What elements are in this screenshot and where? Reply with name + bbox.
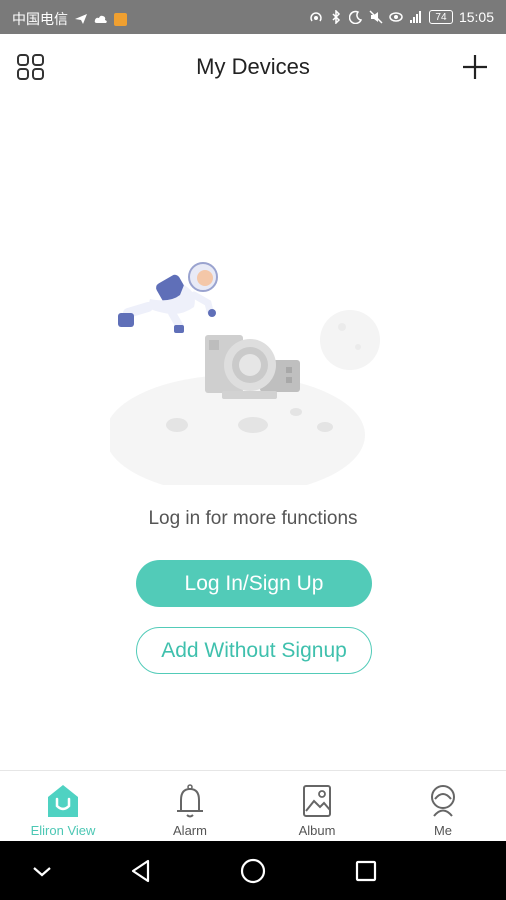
chevron-down-icon[interactable]: [26, 855, 58, 887]
moon-icon: [348, 10, 363, 24]
status-left: 中国电信: [12, 9, 127, 29]
tab-label-me: Me: [433, 823, 453, 838]
tab-label-album: Album: [298, 823, 336, 838]
signal-icon: [409, 11, 421, 23]
carrier-label: 中国电信: [12, 11, 68, 27]
status-right: 74 15:05: [309, 9, 494, 25]
astronaut-illustration: [110, 262, 380, 485]
add-device-icon[interactable]: [460, 52, 490, 82]
person-icon: [431, 785, 455, 817]
add-without-signup-button[interactable]: Add Without Signup: [136, 627, 372, 674]
page-title: My Devices: [196, 54, 310, 79]
tab-eliron-view[interactable]: Eliron View: [0, 771, 126, 842]
header: My Devices: [0, 34, 506, 98]
login-prompt: Log in for more functions: [148, 508, 358, 529]
send-icon: [75, 14, 87, 24]
home-circle-icon[interactable]: [237, 855, 269, 887]
tab-label-eliron-view: Eliron View: [30, 823, 96, 838]
notification-icon: [114, 12, 127, 26]
hotspot-icon: [310, 12, 322, 22]
back-icon[interactable]: [125, 855, 157, 887]
mute-icon: [369, 10, 383, 24]
tab-me[interactable]: Me: [380, 771, 506, 842]
login-signup-button[interactable]: Log In/Sign Up: [136, 560, 372, 607]
system-nav-bar: [0, 841, 506, 900]
recents-icon[interactable]: [350, 855, 382, 887]
bluetooth-icon: [332, 10, 341, 24]
bottom-tab-bar: Eliron View Alarm Album Me: [0, 770, 506, 841]
bell-icon: [177, 784, 203, 818]
home-icon: [48, 785, 78, 817]
status-bar: 中国电信 74 15:05: [0, 0, 506, 34]
eye-icon: [389, 12, 403, 22]
tab-album[interactable]: Album: [254, 771, 380, 842]
status-time: 15:05: [458, 9, 494, 25]
battery-indicator: 74: [428, 10, 453, 24]
image-icon: [303, 785, 331, 817]
tab-label-alarm: Alarm: [173, 823, 207, 838]
cloud-icon: [94, 15, 107, 23]
tab-alarm[interactable]: Alarm: [127, 771, 253, 842]
